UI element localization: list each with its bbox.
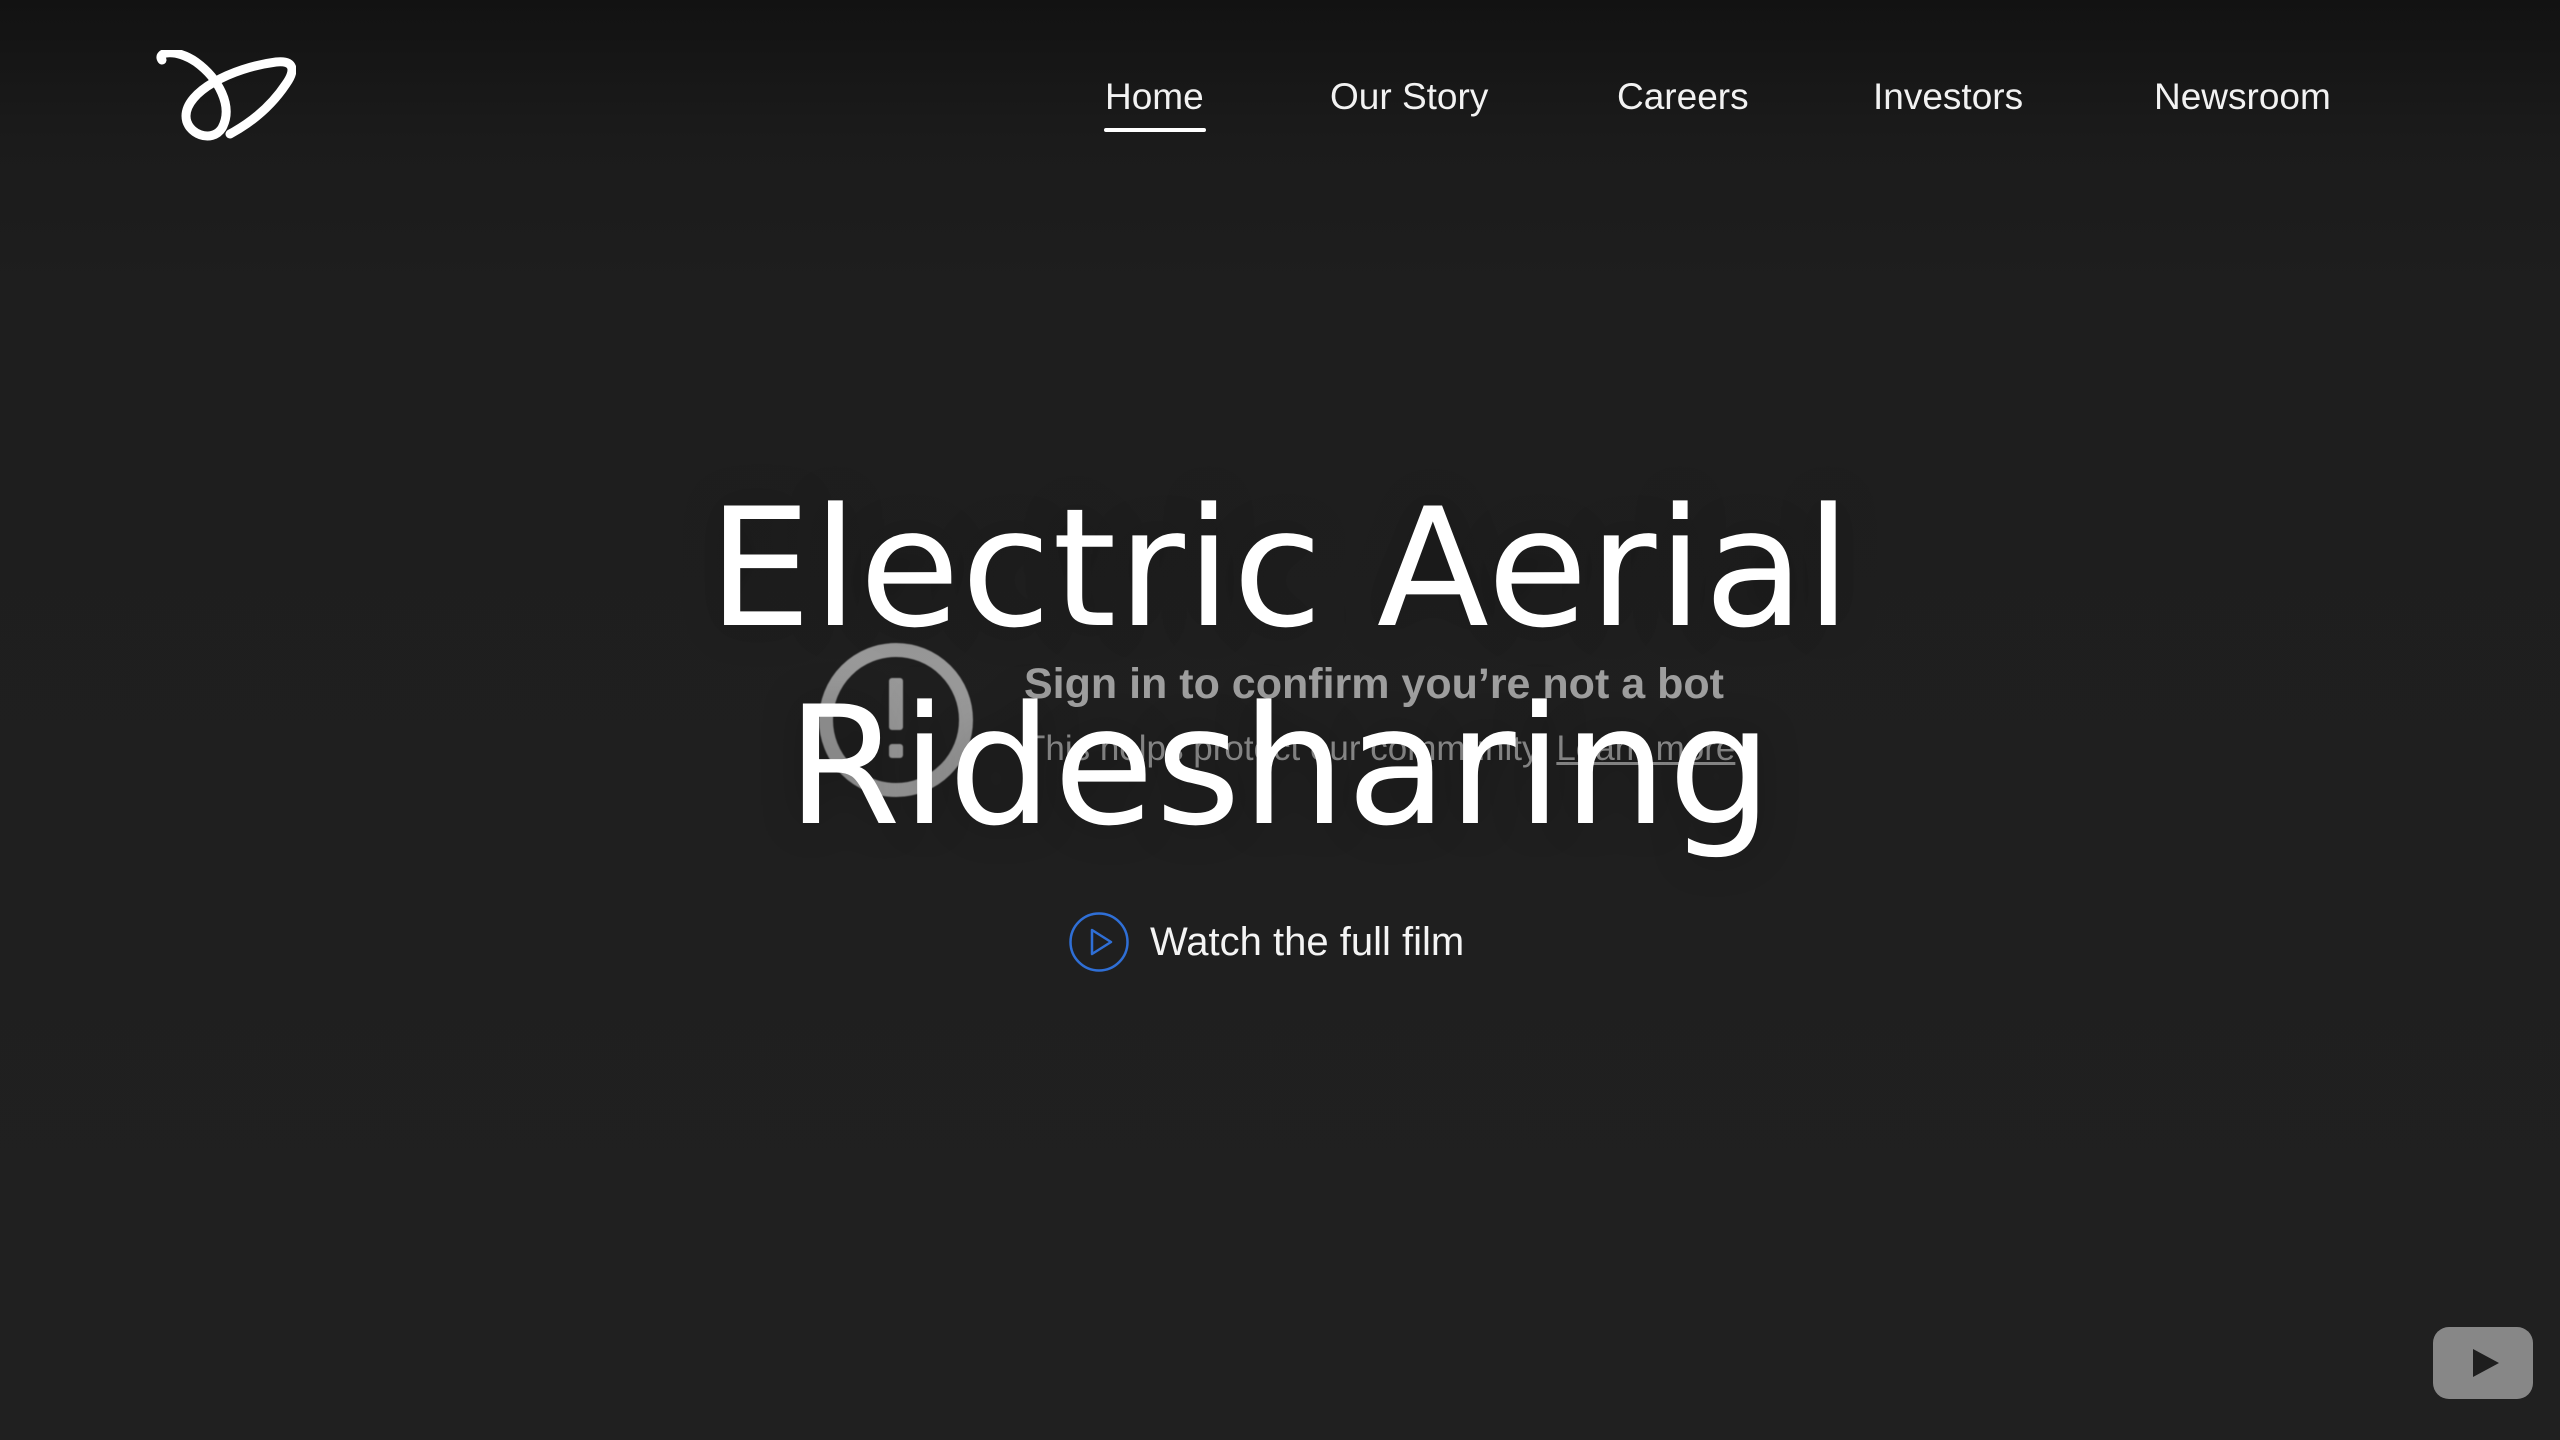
nav-item-newsroom[interactable]: Newsroom xyxy=(2154,70,2331,124)
watch-film-label: Watch the full film xyxy=(1150,920,1465,964)
site-header: Home Our Story Careers Investors Newsroo… xyxy=(0,0,2560,180)
hero-title-line-2: Ridesharing xyxy=(786,671,1774,862)
hero-title: Electric Aerial Ridesharing xyxy=(0,470,2560,866)
play-circle-icon xyxy=(1069,912,1129,972)
nav-item-our-story[interactable]: Our Story xyxy=(1330,70,1488,124)
watch-film-button[interactable]: Watch the full film xyxy=(1068,910,1464,974)
youtube-play-icon[interactable] xyxy=(2433,1327,2533,1399)
main-nav: Home Our Story Careers Investors Newsroo… xyxy=(0,70,2560,132)
nav-item-investors[interactable]: Investors xyxy=(1873,70,2023,124)
hero-title-line-1: Electric Aerial xyxy=(707,473,1853,664)
nav-item-home[interactable]: Home xyxy=(1104,70,1206,132)
page: Home Our Story Careers Investors Newsroo… xyxy=(0,0,2560,1440)
nav-item-careers[interactable]: Careers xyxy=(1617,70,1749,124)
